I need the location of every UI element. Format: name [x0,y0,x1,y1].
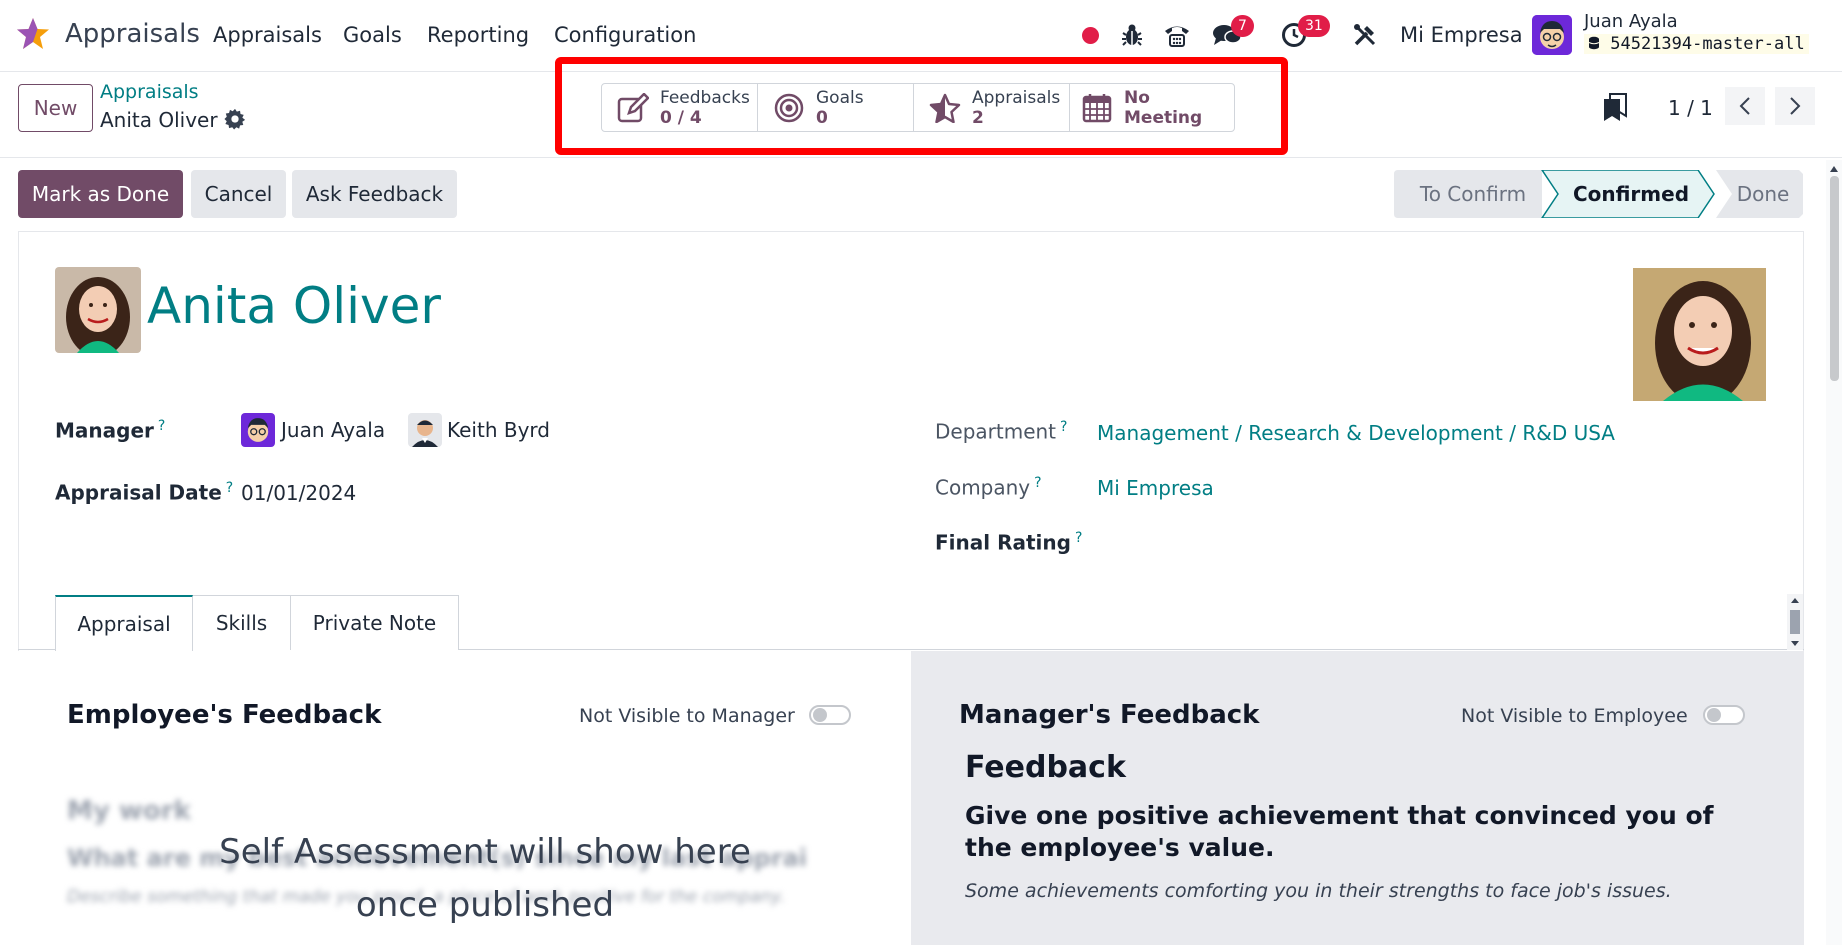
page-scrollbar-thumb[interactable] [1830,176,1839,381]
pager-value[interactable]: 1 / 1 [1668,96,1713,120]
employee-photo[interactable] [1633,268,1766,401]
manager-feedback-question[interactable]: Give one positive achievement that convi… [965,800,1725,864]
company-label: Company? [935,475,1042,500]
self-assessment-line-2: once published [355,885,615,925]
page-scrollbar[interactable] [1826,160,1842,945]
not-visible-to-employee-toggle[interactable] [1703,705,1745,725]
database-icon [1588,36,1600,50]
department-help-icon[interactable]: ? [1060,419,1067,435]
tabs-scrollbar-thumb[interactable] [1790,610,1800,634]
status-done[interactable]: Done [1720,170,1806,218]
employee-feedback-title: Employee's Feedback [67,700,382,730]
status-to-confirm[interactable]: To Confirm [1394,170,1552,218]
tools-icon[interactable] [1350,20,1380,50]
manager-label-text: Manager [55,418,154,443]
activities-badge: 31 [1298,15,1330,37]
pager-previous-button[interactable] [1725,87,1765,125]
tab-skills[interactable]: Skills [192,595,291,650]
tabs-scrollbar[interactable] [1787,594,1803,650]
highlight-annotation [555,57,1288,155]
manager-tag-juan[interactable]: Juan Ayala [281,418,385,442]
menu-goals[interactable]: Goals [343,23,402,47]
manager-help-icon[interactable]: ? [158,418,165,434]
not-visible-to-manager-toggle[interactable] [809,705,851,725]
manager-label: Manager? [55,418,165,443]
self-assessment-line-1: Self Assessment will show here [219,832,751,872]
breadcrumb-current: Anita Oliver [100,108,218,132]
app-name[interactable]: Appraisals [65,19,200,49]
employee-avatar [55,267,141,353]
final-rating-label: Final Rating? [935,530,1082,555]
user-avatar[interactable] [1532,15,1572,55]
pager-next-button[interactable] [1775,87,1815,125]
self-assessment-placeholder: Self Assessment will show here once publ… [185,826,785,932]
appraisal-date-help-icon[interactable]: ? [226,480,233,496]
menu-configuration[interactable]: Configuration [554,23,696,47]
menu-appraisals[interactable]: Appraisals [213,23,322,47]
company-label-text: Company [935,475,1031,500]
manager-avatar-juan [241,413,275,447]
manager-feedback-heading[interactable]: Feedback [965,750,1126,785]
mark-as-done-button[interactable]: Mark as Done [18,170,183,218]
new-button[interactable]: New [18,84,93,132]
appraisal-date-label-text: Appraisal Date [55,480,222,505]
manager-tag-keith[interactable]: Keith Byrd [447,418,550,442]
company-switcher[interactable]: Mi Empresa [1400,23,1523,47]
manager-feedback-hint[interactable]: Some achievements comforting you in thei… [965,880,1672,902]
department-label: Department? [935,419,1067,444]
status-bar: To Confirm Confirmed Done [1394,170,1803,218]
menu-reporting[interactable]: Reporting [427,23,529,47]
company-value[interactable]: Mi Empresa [1097,476,1214,500]
phone-icon[interactable] [1162,20,1192,50]
company-help-icon[interactable]: ? [1034,475,1041,491]
manager-avatar-keith [408,413,442,447]
breadcrumb-parent[interactable]: Appraisals [100,81,199,103]
bug-icon[interactable] [1117,20,1147,50]
appraisals-app-icon[interactable] [15,16,51,52]
bookmark-icon[interactable] [1602,92,1628,122]
scroll-up-icon [1830,166,1838,172]
ask-feedback-button[interactable]: Ask Feedback [292,170,457,218]
tab-appraisal[interactable]: Appraisal [55,595,193,651]
user-name[interactable]: Juan Ayala [1584,11,1678,32]
messages-badge: 7 [1231,15,1254,37]
status-confirmed[interactable]: Confirmed [1552,170,1710,218]
record-icon[interactable] [1082,27,1099,44]
cancel-button[interactable]: Cancel [191,170,286,218]
employee-name: Anita Oliver [147,277,441,335]
appraisal-date-label: Appraisal Date? [55,480,233,505]
toggle-knob [813,708,827,722]
tab-private-note[interactable]: Private Note [290,595,459,650]
manager-feedback-title: Manager's Feedback [959,700,1260,730]
department-value[interactable]: Management / Research & Development / R&… [1097,421,1615,445]
not-visible-to-employee-label: Not Visible to Employee [1461,705,1688,727]
gear-icon[interactable] [224,108,246,130]
department-label-text: Department [935,419,1057,444]
employee-feedback-blurred-heading: My work [67,796,191,826]
not-visible-to-manager-label: Not Visible to Manager [579,705,795,727]
appraisal-date-value[interactable]: 01/01/2024 [241,481,356,505]
database-name: 54521394-master-all [1584,34,1809,54]
toggle-knob [1707,708,1721,722]
final-rating-label-text: Final Rating [935,530,1071,555]
database-name-text: 54521394-master-all [1610,34,1805,54]
chevron-left-icon [1739,97,1750,115]
chevron-right-icon [1790,97,1801,115]
final-rating-help-icon[interactable]: ? [1075,530,1082,546]
